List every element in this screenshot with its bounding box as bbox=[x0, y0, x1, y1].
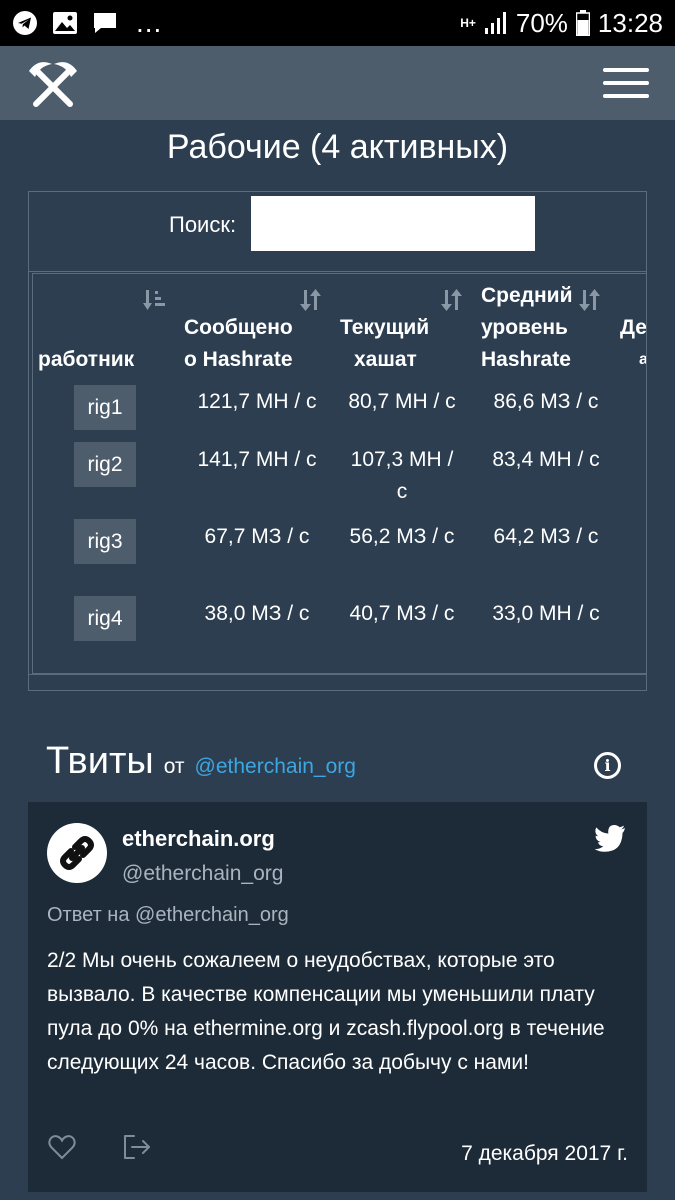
worker-rig4-button[interactable]: rig4 bbox=[74, 596, 136, 641]
hamburger-menu-button[interactable] bbox=[603, 68, 649, 98]
hamburger-menu-icon bbox=[603, 94, 649, 98]
worker-rig2-button[interactable]: rig2 bbox=[74, 442, 136, 487]
col-current-2[interactable]: хашат bbox=[354, 344, 417, 376]
row2-current-wrap: с bbox=[396, 480, 408, 503]
tweet-date[interactable]: 7 декабря 2017 г. bbox=[461, 1142, 628, 1166]
worker-rig1-button[interactable]: rig1 bbox=[74, 385, 136, 430]
row2-average: 83,4 МН / с bbox=[492, 448, 600, 471]
message-icon bbox=[94, 13, 116, 33]
row3-average: 64,2 МЗ / с bbox=[493, 525, 599, 548]
search-input[interactable] bbox=[251, 196, 535, 251]
tweets-title: Твиты bbox=[46, 740, 154, 782]
col-cut-2[interactable]: а bbox=[639, 344, 646, 376]
row3-reported: 67,7 МЗ / с bbox=[204, 525, 310, 548]
sort-icon[interactable] bbox=[300, 288, 322, 312]
status-bar: ... H+ 70% 13:28 bbox=[0, 0, 675, 46]
telegram-icon bbox=[13, 11, 37, 35]
worker-rig3-button[interactable]: rig3 bbox=[74, 519, 136, 564]
col-reported-2[interactable]: о Hashrate bbox=[184, 344, 293, 376]
search-label: Поиск: bbox=[169, 212, 237, 237]
tweets-handle-link[interactable]: @etherchain_org bbox=[195, 755, 356, 779]
col-average-3[interactable]: Hashrate bbox=[481, 344, 571, 376]
tweet-body: 2/2 Мы очень сожалеем о неудобствах, кот… bbox=[47, 949, 605, 1074]
row3-current: 56,2 МЗ / с bbox=[349, 525, 455, 548]
col-average-2[interactable]: уровень bbox=[481, 312, 568, 344]
row1-reported: 121,7 МН / с bbox=[197, 390, 317, 413]
chain-link-icon bbox=[60, 836, 94, 870]
battery-icon bbox=[575, 10, 590, 36]
row2-current: 107,3 МН / bbox=[350, 448, 454, 471]
crossed-pickaxes-icon[interactable] bbox=[26, 58, 80, 108]
more-notifications: ... bbox=[136, 7, 163, 38]
row4-average: 33,0 МН / с bbox=[492, 602, 600, 625]
col-cut-1[interactable]: Де bbox=[620, 312, 646, 344]
row4-current: 40,7 МЗ / с bbox=[349, 602, 455, 625]
tweets-from: от bbox=[163, 755, 185, 778]
row4-reported: 38,0 МЗ / с bbox=[204, 602, 310, 625]
gallery-icon bbox=[53, 12, 77, 34]
col-worker[interactable]: работник bbox=[38, 344, 134, 376]
network-type: H+ bbox=[460, 15, 476, 30]
workers-panel: Поиск: работник Сообщено о Hashrate Теку… bbox=[28, 191, 647, 691]
tweet-author-handle[interactable]: @etherchain_org bbox=[122, 862, 283, 886]
hamburger-menu-icon bbox=[603, 81, 649, 85]
col-current-1[interactable]: Текущий bbox=[340, 312, 429, 344]
tweet-card[interactable]: etherchain.org @etherchain_org Ответ на … bbox=[28, 802, 647, 1192]
clock: 13:28 bbox=[597, 7, 663, 38]
sort-icon[interactable] bbox=[441, 288, 463, 312]
row1-average: 86,6 МЗ / с bbox=[493, 390, 599, 413]
heart-icon[interactable] bbox=[48, 1134, 76, 1160]
avatar[interactable] bbox=[47, 823, 107, 883]
row2-reported: 141,7 МН / с bbox=[197, 448, 317, 471]
navbar bbox=[0, 46, 675, 120]
notification-icons: ... bbox=[12, 7, 162, 39]
signal-icon bbox=[484, 12, 506, 34]
sort-asc-icon[interactable] bbox=[143, 288, 169, 312]
battery-percent: 70% bbox=[515, 7, 568, 38]
tweet-author-name[interactable]: etherchain.org bbox=[122, 826, 275, 852]
row1-current: 80,7 МН / с bbox=[348, 390, 456, 413]
workers-title: Рабочие (4 активных) bbox=[166, 128, 509, 166]
info-icon[interactable]: i bbox=[594, 752, 621, 779]
share-icon[interactable] bbox=[122, 1134, 152, 1160]
col-average-1[interactable]: Средний bbox=[481, 280, 573, 312]
col-reported-1[interactable]: Сообщено bbox=[184, 312, 293, 344]
search-row: Поиск: bbox=[29, 192, 646, 272]
tweet-reply-to[interactable]: Ответ на @etherchain_org bbox=[47, 904, 289, 927]
panel-divider bbox=[29, 674, 646, 675]
sort-icon[interactable] bbox=[579, 288, 601, 312]
tweets-header: Твиты от @etherchain_org bbox=[46, 740, 356, 783]
twitter-bird-icon[interactable] bbox=[594, 824, 626, 852]
status-right: H+ 70% 13:28 bbox=[460, 8, 663, 39]
workers-table[interactable]: работник Сообщено о Hashrate Текущий хаш… bbox=[32, 273, 646, 674]
hamburger-menu-icon bbox=[603, 68, 649, 72]
